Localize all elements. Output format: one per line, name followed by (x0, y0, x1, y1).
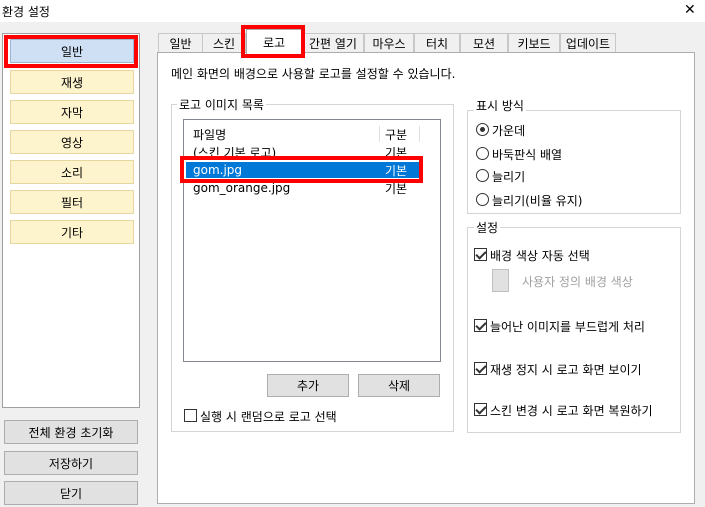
restore-on-skin-change-checkbox[interactable] (474, 403, 487, 416)
list-item-name: gom.jpg (193, 163, 243, 177)
tab-mouse[interactable]: 마우스 (364, 33, 414, 53)
title-bar: 환경 설정 ✕ (0, 0, 705, 22)
close-button[interactable]: 닫기 (4, 481, 138, 505)
radio-stretch-label: 늘리기 (492, 170, 526, 184)
list-item-type: 기본 (385, 181, 408, 196)
auto-bg-color-label: 배경 색상 자동 선택 (490, 249, 590, 263)
close-icon[interactable]: ✕ (684, 2, 696, 18)
sidebar-item-general[interactable]: 일반 (10, 39, 134, 63)
sidebar-item-subtitle[interactable]: 자막 (10, 100, 134, 124)
tab-general[interactable]: 일반 (158, 33, 203, 53)
column-header-type: 구분 (385, 127, 408, 142)
tab-touch[interactable]: 터치 (414, 33, 460, 53)
smooth-stretch-label: 늘어난 이미지를 부드럽게 처리 (490, 320, 645, 334)
list-item-selected[interactable]: gom.jpg 기본 (186, 162, 419, 178)
logo-list-group-label: 로고 이미지 목록 (177, 96, 266, 113)
list-item[interactable]: gom_orange.jpg 기본 (184, 180, 440, 196)
list-item-name: (스킨 기본 로고) (193, 145, 277, 160)
sidebar-item-video[interactable]: 영상 (10, 130, 134, 154)
display-mode-group-label: 표시 방식 (474, 97, 526, 114)
show-logo-on-stop-label: 재생 정지 시 로고 화면 보이기 (490, 363, 642, 377)
radio-center-label: 가운데 (492, 124, 526, 138)
add-logo-button[interactable]: 추가 (267, 374, 349, 397)
logo-description: 메인 화면의 배경으로 사용할 로고를 설정할 수 있습니다. (171, 67, 456, 81)
restore-on-skin-change-label: 스킨 변경 시 로고 화면 복원하기 (490, 404, 653, 418)
radio-stretch[interactable] (476, 169, 489, 182)
sidebar-item-filter[interactable]: 필터 (10, 190, 134, 214)
radio-tile-label: 바둑판식 배열 (492, 148, 563, 162)
radio-stretch-keep-ratio[interactable] (476, 193, 489, 206)
tab-skin[interactable]: 스킨 (202, 33, 246, 53)
sidebar-item-etc[interactable]: 기타 (10, 220, 134, 244)
tab-motion[interactable]: 모션 (460, 33, 508, 53)
delete-logo-button[interactable]: 삭제 (358, 374, 440, 397)
custom-bg-color-button[interactable] (492, 269, 509, 292)
radio-stretch-keep-ratio-label: 늘리기(비율 유지) (492, 194, 583, 208)
radio-tile[interactable] (476, 147, 489, 160)
auto-bg-color-checkbox[interactable] (474, 248, 487, 261)
tab-update[interactable]: 업데이트 (560, 33, 616, 53)
custom-bg-color-label: 사용자 정의 배경 색상 (522, 275, 633, 289)
sidebar-item-audio[interactable]: 소리 (10, 160, 134, 184)
tab-quick-open[interactable]: 간편 열기 (302, 33, 364, 53)
column-header-filename: 파일명 (193, 127, 227, 142)
list-item-type: 기본 (385, 145, 408, 160)
random-logo-label: 실행 시 랜덤으로 로고 선택 (200, 410, 337, 424)
smooth-stretch-checkbox[interactable] (474, 319, 487, 332)
reset-all-button[interactable]: 전체 환경 초기화 (4, 420, 138, 444)
tab-logo[interactable]: 로고 (246, 29, 302, 55)
save-button[interactable]: 저장하기 (4, 451, 138, 475)
list-header: 파일명 구분 (184, 126, 440, 142)
window-title: 환경 설정 (2, 5, 50, 19)
settings-group-label: 설정 (474, 219, 501, 236)
logo-list[interactable]: 파일명 구분 (스킨 기본 로고) 기본 gom.jpg 기본 gom_oran… (183, 119, 441, 362)
list-item[interactable]: (스킨 기본 로고) 기본 (184, 144, 440, 160)
tab-keyboard[interactable]: 키보드 (508, 33, 560, 53)
show-logo-on-stop-checkbox[interactable] (474, 362, 487, 375)
random-logo-checkbox[interactable] (184, 409, 197, 422)
list-item-name: gom_orange.jpg (193, 181, 291, 195)
list-item-type: 기본 (385, 163, 408, 178)
sidebar-item-playback[interactable]: 재생 (10, 70, 134, 94)
radio-center[interactable] (476, 123, 489, 136)
